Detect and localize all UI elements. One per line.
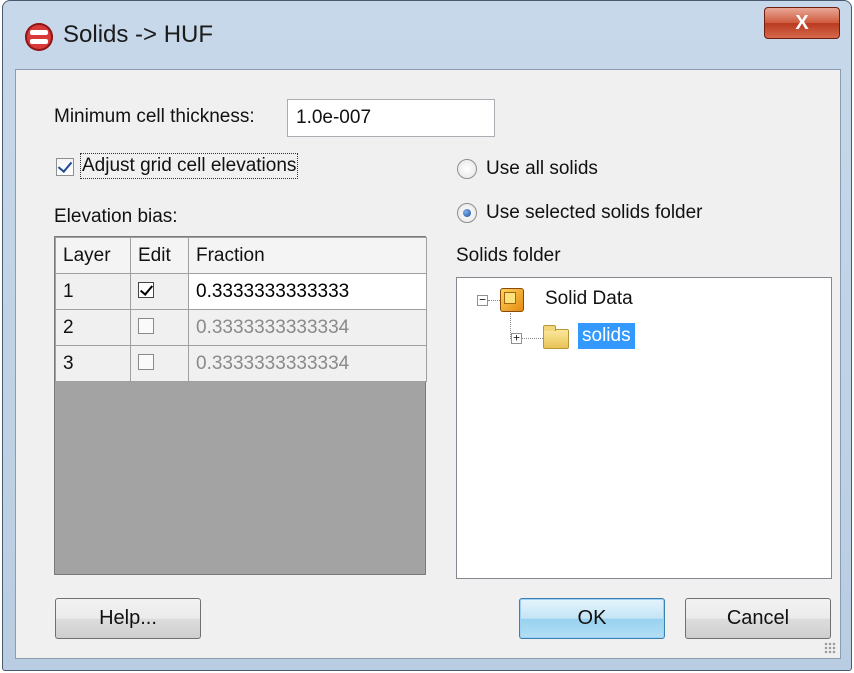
fraction-cell: 0.3333333333334 <box>188 309 427 346</box>
close-button[interactable]: X <box>764 7 840 39</box>
ok-button[interactable]: OK <box>519 598 665 639</box>
min-cell-thickness-label: Minimum cell thickness: <box>54 106 255 127</box>
use-all-solids-radio[interactable] <box>457 159 477 179</box>
resize-grip-icon[interactable] <box>824 642 836 654</box>
cancel-button[interactable]: Cancel <box>685 598 831 639</box>
table-row[interactable]: 1 0.3333333333333 <box>55 273 427 310</box>
folder-icon <box>543 325 569 349</box>
edit-checkbox[interactable] <box>138 281 154 298</box>
edit-checkbox[interactable] <box>138 353 154 370</box>
layer-cell[interactable]: 2 <box>55 309 131 346</box>
adjust-elevations-label[interactable]: Adjust grid cell elevations <box>79 153 299 179</box>
dialog-window: Solids -> HUF X Minimum cell thickness: … <box>2 0 852 671</box>
fraction-cell[interactable]: 0.3333333333333 <box>188 273 427 310</box>
layer-cell[interactable]: 3 <box>55 345 131 382</box>
tree-item-solids[interactable]: solids <box>578 323 635 349</box>
column-header-fraction[interactable]: Fraction <box>188 237 427 274</box>
tree-item-solid-data[interactable]: Solid Data <box>545 288 633 310</box>
elevation-bias-label: Elevation bias: <box>54 206 178 227</box>
help-button[interactable]: Help... <box>55 598 201 639</box>
edit-cell[interactable] <box>130 345 189 382</box>
collapse-icon[interactable]: − <box>477 294 488 306</box>
table-row[interactable]: 2 0.3333333333334 <box>55 309 427 346</box>
edit-cell[interactable] <box>130 309 189 346</box>
use-all-solids-label[interactable]: Use all solids <box>486 158 598 180</box>
window-title: Solids -> HUF <box>63 21 214 48</box>
cube-icon <box>500 288 524 312</box>
table-row[interactable]: 3 0.3333333333334 <box>55 345 427 382</box>
use-selected-folder-label[interactable]: Use selected solids folder <box>486 202 703 224</box>
min-cell-thickness-input[interactable] <box>287 99 495 137</box>
elevation-bias-grid[interactable]: Layer Edit Fraction 1 0.3333333333333 2 … <box>54 236 427 575</box>
use-selected-folder-radio[interactable] <box>457 203 477 223</box>
layer-cell[interactable]: 1 <box>55 273 131 310</box>
solids-folder-tree[interactable]: − Solid Data + solids <box>456 277 832 579</box>
tree-connector <box>488 300 500 301</box>
app-icon <box>25 23 53 51</box>
expand-icon[interactable]: + <box>511 332 522 344</box>
dialog-body: Minimum cell thickness: Adjust grid cell… <box>15 69 841 659</box>
adjust-elevations-checkbox[interactable] <box>56 158 74 176</box>
solids-folder-label: Solids folder <box>456 245 561 266</box>
tree-connector <box>522 338 543 339</box>
edit-checkbox[interactable] <box>138 317 154 334</box>
column-header-edit[interactable]: Edit <box>130 237 189 274</box>
edit-cell[interactable] <box>130 273 189 310</box>
fraction-cell: 0.3333333333334 <box>188 345 427 382</box>
column-header-layer[interactable]: Layer <box>55 237 131 274</box>
title-bar[interactable]: Solids -> HUF X <box>3 1 851 69</box>
